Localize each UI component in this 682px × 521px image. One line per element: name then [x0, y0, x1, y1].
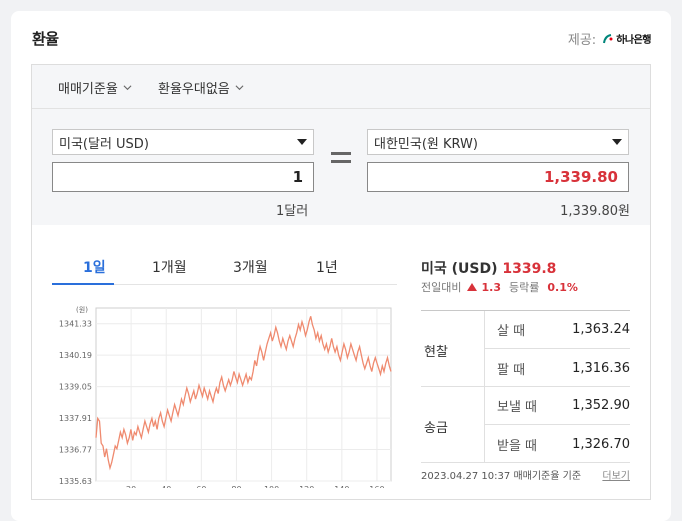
summary-value: 1339.8 [502, 261, 557, 277]
to-currency-select[interactable]: 대한민국(원 KRW) [367, 129, 629, 155]
x-tick-label: 80 [231, 485, 241, 488]
dropdown-arrow-icon [297, 139, 307, 145]
x-tick-label: 160 [369, 485, 384, 488]
provider-name: 하나은행 [616, 35, 651, 46]
equals-icon [331, 152, 351, 168]
from-amount-text: 1달러 [276, 204, 309, 219]
active-tab-indicator [52, 283, 114, 285]
table-row: 받을 때 1,326.70 [484, 425, 630, 463]
table-row: 팔 때 1,316.36 [484, 349, 630, 387]
x-tick-label: 20 [126, 485, 136, 488]
rate-value: 1,326.70 [572, 436, 630, 452]
more-link[interactable]: 더보기 [602, 467, 630, 482]
summary-title: 미국 (USD) 1339.8 [421, 258, 556, 278]
table-row: 보낼 때 1,352.90 [484, 387, 630, 425]
up-arrow-icon [467, 283, 478, 291]
x-tick-label: 140 [334, 485, 349, 488]
from-currency-label: 미국(달러 USD) [59, 136, 149, 152]
y-tick-label: 1341.33 [59, 320, 92, 329]
to-amount-input[interactable]: 1,339.80 [367, 162, 629, 192]
x-tick-label: 100 [264, 485, 279, 488]
pct-value: 0.1% [547, 280, 578, 294]
tab-1year[interactable]: 1년 [316, 257, 338, 277]
chevron-down-icon [235, 85, 244, 91]
group-label: 현찰 [424, 345, 448, 360]
pct-label: 등락률 [508, 281, 540, 294]
period-tabs: 1일 1개월 3개월 1년 [52, 245, 397, 285]
converter-panel: 매매기준율 환율우대없음 미국(달러 USD) 1 대한민국(원 KRW) 1,… [32, 65, 650, 225]
x-tick-label: 120 [299, 485, 314, 488]
dropdown-arrow-icon [612, 139, 622, 145]
hana-bank-logo-icon [603, 33, 613, 43]
provider-logo: 하나은행 [602, 31, 651, 46]
to-amount-text: 1,339.80원 [560, 204, 630, 219]
footer: 2023.04.27 10:37 매매기준율 기준 더보기 [421, 467, 630, 482]
y-tick-label: 1340.19 [59, 351, 92, 360]
x-tick-label: 40 [161, 485, 171, 488]
from-amount-input[interactable]: 1 [52, 162, 314, 192]
y-tick-label: 1339.05 [59, 383, 92, 392]
change-value: 1.3 [481, 280, 501, 294]
change-label: 전일대비 [421, 281, 462, 294]
rate-key: 받을 때 [497, 438, 538, 454]
exchange-rate-widget: 환율 제공: 하나은행 매매기준율 환율우대없음 미국(달러 USD) 1 대한… [11, 11, 671, 521]
summary-change: 전일대비 1.3 등락률 0.1% [421, 279, 578, 295]
widget-title: 환율 [32, 30, 59, 48]
rate-key: 팔 때 [497, 362, 526, 378]
cash-group: 현찰 살 때 1,363.24 팔 때 1,316.36 [421, 311, 630, 387]
footer-info: 2023.04.27 10:37 매매기준율 기준 [421, 467, 581, 482]
y-tick-label: 1335.63 [59, 477, 92, 486]
rate-value: 1,363.24 [572, 322, 630, 337]
from-currency-select[interactable]: 미국(달러 USD) [52, 129, 314, 155]
basis-text: 매매기준율 기준 [513, 471, 582, 482]
preferential-dropdown[interactable]: 환율우대없음 [158, 78, 244, 97]
x-tick-label: 60 [196, 485, 206, 488]
to-currency-label: 대한민국(원 KRW) [374, 136, 478, 152]
group-label: 송금 [424, 421, 448, 436]
y-tick-label: 1337.91 [59, 414, 92, 423]
rates-table: 현찰 살 때 1,363.24 팔 때 1,316.36 송금 보낼 때 1,3… [421, 310, 630, 463]
tab-1month[interactable]: 1개월 [152, 257, 187, 277]
rate-key: 보낼 때 [497, 400, 538, 415]
rate-chart: 1341.33 1340.19 1339.05 1337.91 1336.77 1335.… [59, 305, 392, 488]
remittance-group: 송금 보낼 때 1,352.90 받을 때 1,326.70 [421, 387, 630, 463]
table-row: 살 때 1,363.24 [484, 311, 630, 349]
plot-area [95, 307, 392, 482]
rate-type-dropdown[interactable]: 매매기준율 [58, 78, 132, 97]
rate-value: 1,316.36 [572, 360, 630, 376]
y-axis-label: (원) [76, 305, 88, 314]
rate-key: 살 때 [497, 324, 526, 339]
converter-box: 매매기준율 환율우대없음 미국(달러 USD) 1 대한민국(원 KRW) 1,… [31, 64, 651, 500]
chevron-down-icon [123, 85, 132, 91]
tab-3months[interactable]: 3개월 [233, 257, 268, 277]
rate-value: 1,352.90 [572, 398, 630, 413]
provider: 제공: 하나은행 [567, 29, 652, 48]
preferential-label: 환율우대없음 [158, 82, 230, 97]
provider-label: 제공: [567, 33, 597, 48]
options-bar: 매매기준율 환율우대없음 [32, 65, 650, 109]
timestamp: 2023.04.27 10:37 [421, 471, 511, 482]
tab-1day[interactable]: 1일 [83, 257, 106, 277]
summary-label: 미국 (USD) [421, 261, 498, 277]
y-tick-label: 1336.77 [59, 446, 92, 455]
rate-type-label: 매매기준율 [58, 82, 118, 97]
